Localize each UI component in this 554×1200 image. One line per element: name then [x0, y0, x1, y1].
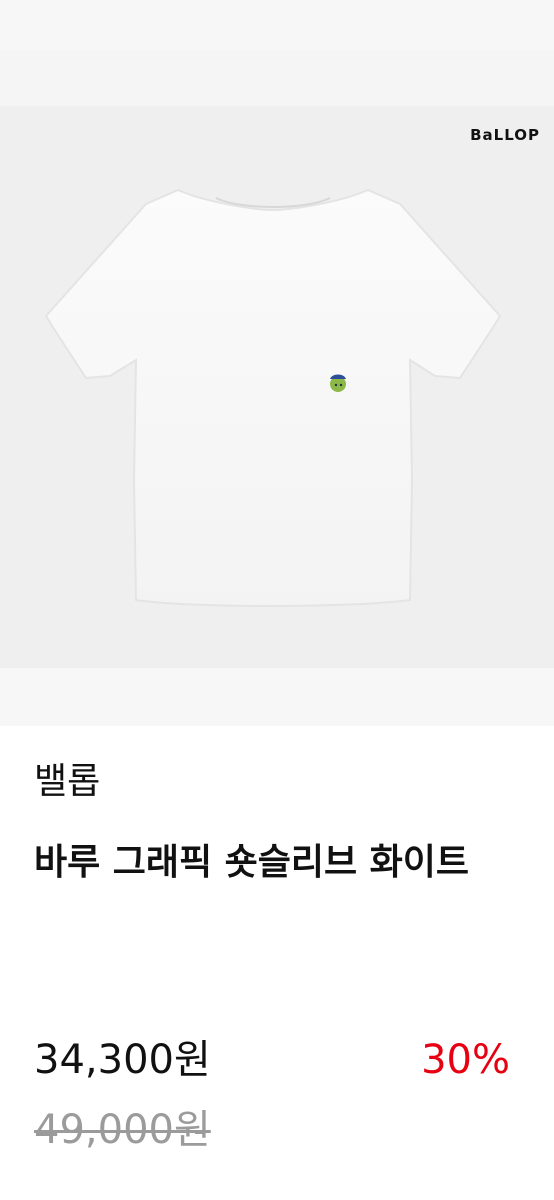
- price-row: 34,300원 30%: [34, 1032, 520, 1092]
- product-photo[interactable]: BaLLOP: [0, 106, 554, 668]
- image-top-strip: [0, 50, 554, 106]
- discount-rate: 30%: [421, 1037, 510, 1083]
- product-page: BaLLOP 밸롭 바루 그래픽 숏슬리브 화이트 34,300원 30% 49…: [0, 0, 554, 1200]
- sale-price: 34,300원: [34, 1037, 211, 1083]
- brand-logo: BaLLOP: [470, 126, 540, 144]
- product-name[interactable]: 바루 그래픽 숏슬리브 화이트: [34, 834, 520, 892]
- brand-name[interactable]: 밸롭: [34, 760, 520, 804]
- product-info: 밸롭 바루 그래픽 숏슬리브 화이트: [34, 760, 520, 892]
- tshirt-image: [44, 188, 502, 607]
- embroidery-patch: [330, 374, 346, 392]
- product-image-area[interactable]: BaLLOP: [0, 0, 554, 726]
- original-price: 49,000원: [34, 1107, 211, 1153]
